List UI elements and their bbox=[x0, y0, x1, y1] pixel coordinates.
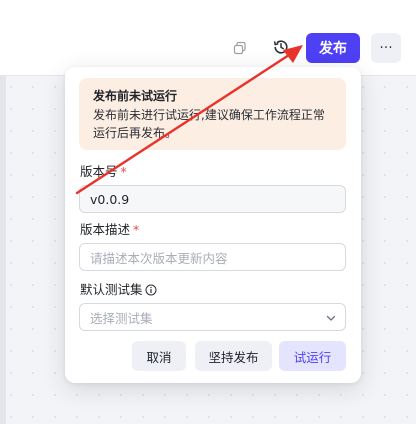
version-input[interactable]: v0.0.9 bbox=[79, 185, 346, 213]
force-publish-button[interactable]: 坚持发布 bbox=[195, 341, 272, 371]
test-set-label-text: 默认测试集 bbox=[80, 282, 143, 297]
required-mark: * bbox=[133, 222, 140, 237]
description-input[interactable]: 请描述本次版本更新内容 bbox=[79, 243, 346, 271]
required-mark: * bbox=[120, 164, 127, 179]
info-icon[interactable] bbox=[145, 284, 157, 300]
version-label: 版本号 * bbox=[80, 164, 127, 180]
publish-button[interactable]: 发布 bbox=[306, 33, 360, 63]
description-label: 版本描述 * bbox=[80, 222, 139, 238]
publish-popover: 发布前未试运行 发布前未进行试运行,建议确保工作流程正常运行后再发布。 版本号 *… bbox=[65, 67, 361, 383]
description-placeholder: 请描述本次版本更新内容 bbox=[90, 250, 228, 266]
cancel-button[interactable]: 取消 bbox=[132, 341, 186, 371]
copy-icon[interactable] bbox=[233, 40, 247, 55]
version-label-text: 版本号 bbox=[80, 164, 118, 179]
top-toolbar: 发布 ··· bbox=[0, 0, 416, 76]
description-label-text: 版本描述 bbox=[80, 222, 131, 237]
warning-title: 发布前未试运行 bbox=[93, 89, 178, 103]
ellipsis-icon: ··· bbox=[379, 40, 393, 56]
history-icon[interactable] bbox=[272, 38, 290, 56]
test-set-select[interactable]: 选择测试集 bbox=[79, 303, 346, 331]
no-test-run-warning: 发布前未试运行 发布前未进行试运行,建议确保工作流程正常运行后再发布。 bbox=[79, 78, 346, 150]
warning-body: 发布前未进行试运行,建议确保工作流程正常运行后再发布。 bbox=[93, 108, 325, 140]
test-set-placeholder: 选择测试集 bbox=[90, 310, 153, 326]
test-run-button[interactable]: 试运行 bbox=[279, 341, 346, 371]
version-value: v0.0.9 bbox=[90, 191, 130, 207]
more-options-button[interactable]: ··· bbox=[371, 33, 401, 63]
test-set-label: 默认测试集 bbox=[80, 282, 157, 300]
chevron-down-icon bbox=[325, 312, 337, 327]
